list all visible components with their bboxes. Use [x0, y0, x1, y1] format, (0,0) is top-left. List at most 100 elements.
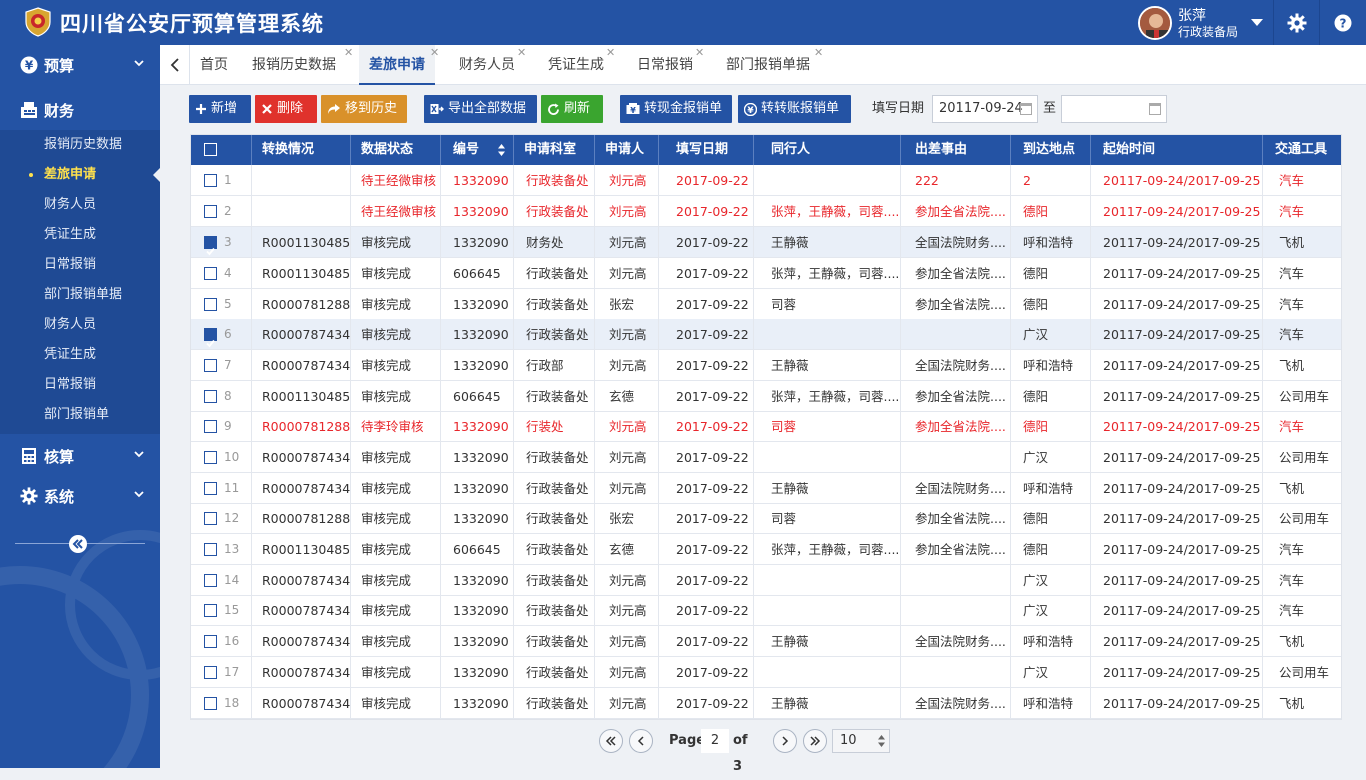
refresh-button[interactable]: 刷新: [541, 95, 603, 123]
delete-button[interactable]: 删除: [255, 95, 317, 123]
row-checkbox[interactable]: [204, 298, 217, 311]
close-icon[interactable]: ✕: [517, 33, 526, 73]
header-select-all[interactable]: [191, 135, 252, 165]
page-number-input[interactable]: 2: [701, 729, 729, 753]
table-row[interactable]: 15 R0000787434 审核完成 1332090 行政装备处 刘元高 2017-09-…: [191, 595, 1341, 626]
column-header[interactable]: 出差事由: [901, 135, 1011, 165]
table-row[interactable]: 12 R0000781288 审核完成 1332090 行政装备处 张宏 2017-09-2…: [191, 503, 1341, 534]
table-row[interactable]: 4 R0001130485 审核完成 606645 行政装备处 刘元高 2017-09-22…: [191, 258, 1341, 289]
select-all-checkbox[interactable]: [204, 143, 217, 156]
last-page-button[interactable]: [803, 729, 827, 753]
export-all-button[interactable]: 导出全部数据: [424, 95, 537, 123]
row-checkbox[interactable]: [204, 420, 217, 433]
table-row[interactable]: 14 R0000787434 审核完成 1332090 行政装备处 刘元高 2017-09-…: [191, 565, 1341, 596]
help-button[interactable]: ?: [1320, 0, 1365, 45]
column-header[interactable]: 申请人: [595, 135, 659, 165]
collapse-sidebar-button[interactable]: [69, 535, 87, 553]
column-header[interactable]: 填写日期: [659, 135, 754, 165]
table-row[interactable]: 10 R0000787434 审核完成 1332090 行政装备处 刘元高 2017-09-…: [191, 442, 1341, 473]
row-checkbox[interactable]: [204, 359, 217, 372]
sidebar-item-dept-reimburse-docs[interactable]: 部门报销单据: [0, 280, 160, 310]
sidebar-item-travel-application[interactable]: 差旅申请: [0, 160, 160, 190]
table-row[interactable]: 7 R0000787434 审核完成 1332090 行政部 刘元高 2017-09-22 王…: [191, 350, 1341, 381]
page-size-select[interactable]: 10: [832, 729, 890, 753]
close-icon[interactable]: ✕: [606, 33, 615, 73]
table-row[interactable]: 11 R0000787434 审核完成 1332090 行政装备处 刘元高 2017-09-…: [191, 473, 1341, 504]
row-checkbox[interactable]: [204, 604, 217, 617]
calendar-icon[interactable]: [1149, 103, 1161, 115]
row-checkbox[interactable]: [204, 328, 217, 348]
table-row[interactable]: 18 R0000787434 审核完成 1332090 行政装备处 刘元高 2017-09-…: [191, 688, 1341, 719]
column-header[interactable]: 同行人: [754, 135, 901, 165]
table-row[interactable]: 5 R0000781288 审核完成 1332090 行政装备处 张宏 2017-09-22…: [191, 289, 1341, 320]
date-from-field[interactable]: 20117-09-24: [932, 95, 1038, 123]
tab-scroll-left-button[interactable]: [160, 45, 190, 85]
avatar[interactable]: [1138, 6, 1172, 40]
row-checkbox[interactable]: [204, 697, 217, 710]
sidebar-group-accounting[interactable]: 核算: [0, 436, 160, 476]
table-row[interactable]: 1 待王经微审核 1332090 行政装备处 刘元高 2017-09-22 222 2 2011…: [191, 165, 1341, 196]
sidebar-group-finance[interactable]: 财务: [0, 90, 160, 130]
row-checkbox[interactable]: [204, 236, 217, 256]
sidebar-item-voucher-2[interactable]: 凭证生成: [0, 340, 160, 370]
row-checkbox[interactable]: [204, 482, 217, 495]
tab-travel-application[interactable]: 差旅申请 ✕: [359, 45, 439, 85]
tab-finance-staff[interactable]: 财务人员 ✕: [459, 45, 526, 85]
row-checkbox[interactable]: [204, 512, 217, 525]
table-row[interactable]: 6 R0000787434 审核完成 1332090 行政装备处 刘元高 2017-09-2…: [191, 319, 1341, 350]
sidebar-group-budget[interactable]: ¥ 预算: [0, 45, 160, 85]
table-row[interactable]: 8 R0001130485 审核完成 606645 行政装备处 玄德 2017-09-22 张…: [191, 381, 1341, 412]
column-header[interactable]: 起始时间: [1091, 135, 1263, 165]
table-row[interactable]: 3 R0001130485 审核完成 1332090 财务处 刘元高 2017-09-22 王…: [191, 227, 1341, 258]
sidebar-group-system[interactable]: 系统: [0, 476, 160, 516]
sidebar-item-dept-reimburse[interactable]: 部门报销单: [0, 400, 160, 430]
close-icon[interactable]: ✕: [814, 33, 823, 73]
table-row[interactable]: 16 R0000787434 审核完成 1332090 行政装备处 刘元高 2017-09-…: [191, 626, 1341, 657]
prev-page-button[interactable]: [629, 729, 653, 753]
calendar-icon[interactable]: [1020, 103, 1032, 115]
table-row[interactable]: 9 R0000781288 待李玲审核 1332090 行装处 刘元高 2017-09-22…: [191, 411, 1341, 442]
table-row[interactable]: 13 R0001130485 审核完成 606645 行政装备处 玄德 2017-09-22…: [191, 534, 1341, 565]
tab-voucher[interactable]: 凭证生成 ✕: [548, 45, 615, 85]
convert-cash-button[interactable]: ¥ 转现金报销单: [620, 95, 732, 123]
sidebar-item-voucher[interactable]: 凭证生成: [0, 220, 160, 250]
sidebar-item-daily-reimburse[interactable]: 日常报销: [0, 250, 160, 280]
sidebar-item-finance-staff-2[interactable]: 财务人员: [0, 310, 160, 340]
table-row[interactable]: 2 待王经微审核 1332090 行政装备处 刘元高 2017-09-22 张萍，王静薇，司…: [191, 196, 1341, 227]
close-icon[interactable]: ✕: [695, 33, 704, 73]
row-checkbox[interactable]: [204, 451, 217, 464]
row-checkbox[interactable]: [204, 174, 217, 187]
date-to-field[interactable]: [1061, 95, 1167, 123]
table-row[interactable]: 17 R0000787434 审核完成 1332090 行政装备处 刘元高 2017-09-…: [191, 657, 1341, 688]
row-checkbox[interactable]: [204, 635, 217, 648]
settings-button[interactable]: [1274, 0, 1319, 45]
move-history-button[interactable]: 移到历史: [321, 95, 407, 123]
sort-icon[interactable]: [498, 144, 505, 156]
column-header[interactable]: 交通工具: [1263, 135, 1341, 165]
tab-daily-reimburse[interactable]: 日常报销 ✕: [637, 45, 704, 85]
row-checkbox[interactable]: [204, 205, 217, 218]
row-checkbox[interactable]: [204, 543, 217, 556]
add-button[interactable]: 新增: [189, 95, 251, 123]
row-checkbox[interactable]: [204, 267, 217, 280]
tab-home[interactable]: 首页: [200, 45, 228, 85]
chevron-down-icon[interactable]: [1251, 19, 1263, 26]
tab-reimburse-history[interactable]: 报销历史数据 ✕: [252, 45, 353, 85]
sidebar-item-reimburse-history[interactable]: 报销历史数据: [0, 130, 160, 160]
column-header[interactable]: 到达地点: [1011, 135, 1091, 165]
sidebar-item-finance-staff[interactable]: 财务人员: [0, 190, 160, 220]
column-header[interactable]: 转换情况: [252, 135, 351, 165]
sidebar-item-daily-reimburse-2[interactable]: 日常报销: [0, 370, 160, 400]
column-header-sortable[interactable]: 编号: [441, 135, 514, 165]
column-header[interactable]: 数据状态: [351, 135, 441, 165]
row-checkbox[interactable]: [204, 666, 217, 679]
tab-dept-reimburse-docs[interactable]: 部门报销单据 ✕: [726, 45, 823, 85]
column-header[interactable]: 申请科室: [514, 135, 595, 165]
first-page-button[interactable]: [599, 729, 623, 753]
convert-transfer-button[interactable]: ¥ 转转账报销单: [738, 95, 851, 123]
close-icon[interactable]: ✕: [344, 33, 353, 73]
row-checkbox[interactable]: [204, 574, 217, 587]
row-checkbox[interactable]: [204, 390, 217, 403]
close-icon[interactable]: ✕: [430, 33, 439, 73]
next-page-button[interactable]: [773, 729, 797, 753]
